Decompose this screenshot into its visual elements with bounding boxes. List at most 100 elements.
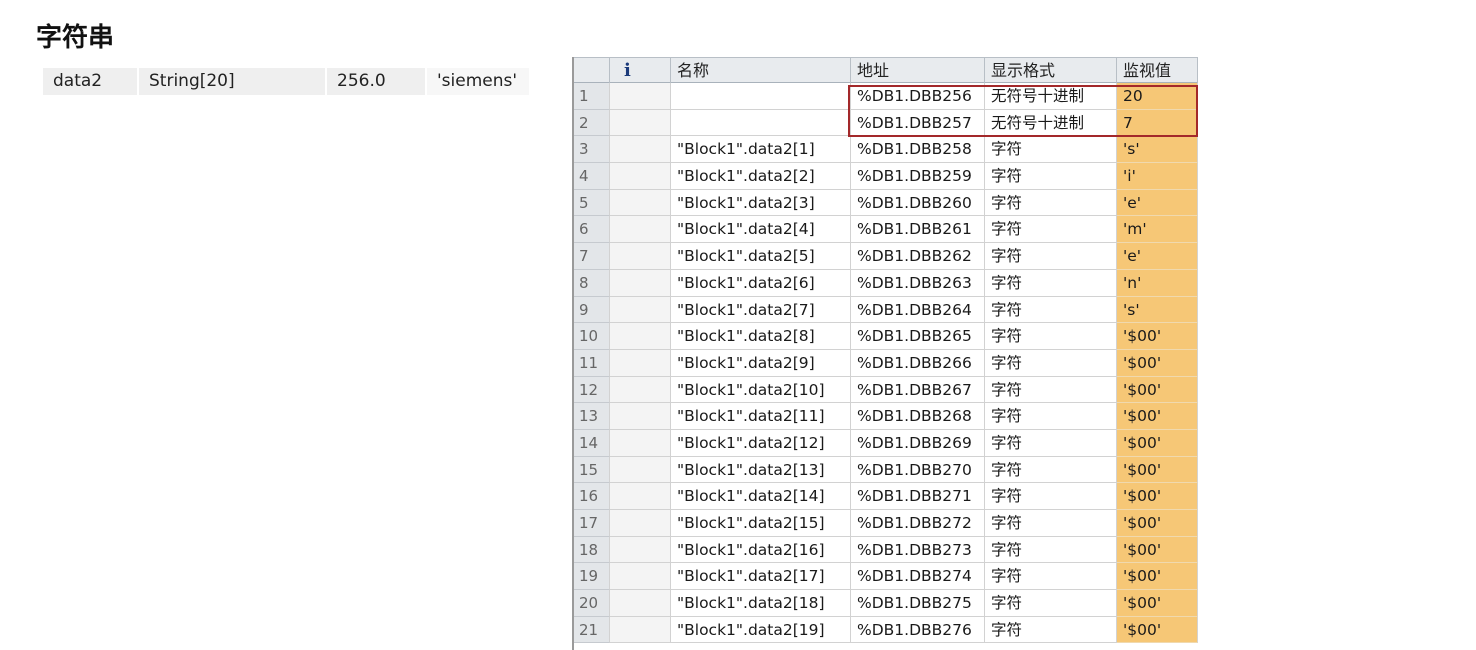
table-row[interactable]: 19 "Block1".data2[17] %DB1.DBB274 字符 '$00' xyxy=(574,563,1198,591)
row-address[interactable]: %DB1.DBB266 xyxy=(851,349,985,377)
row-address[interactable]: %DB1.DBB269 xyxy=(851,429,985,457)
header-name[interactable]: 名称 xyxy=(671,58,851,83)
row-address[interactable]: %DB1.DBB258 xyxy=(851,136,985,164)
row-address[interactable]: %DB1.DBB267 xyxy=(851,376,985,404)
row-name[interactable]: "Block1".data2[8] xyxy=(671,323,851,350)
row-name[interactable]: "Block1".data2[13] xyxy=(671,456,851,484)
row-monitor-value[interactable]: '$00' xyxy=(1117,429,1198,457)
table-row[interactable]: 3 "Block1".data2[1] %DB1.DBB258 字符's' xyxy=(574,136,1198,164)
table-row[interactable]: 6 "Block1".data2[4] %DB1.DBB261 字符'm' xyxy=(574,216,1198,244)
row-address[interactable]: %DB1.DBB257 xyxy=(851,109,985,137)
row-name[interactable]: "Block1".data2[9] xyxy=(671,349,851,377)
table-row[interactable]: 13 "Block1".data2[11] %DB1.DBB268 字符 '$00' xyxy=(574,403,1198,430)
row-monitor-value[interactable]: '$00' xyxy=(1117,376,1198,404)
row-display-format[interactable]: 字符 xyxy=(985,189,1117,217)
row-monitor-value[interactable]: '$00' xyxy=(1117,483,1198,510)
table-row[interactable]: 14 "Block1".data2[12] %DB1.DBB269 字符 '$00' xyxy=(574,429,1198,457)
row-display-format[interactable]: 字符 xyxy=(985,323,1117,350)
header-index[interactable] xyxy=(574,58,610,83)
row-display-format[interactable]: 字符 xyxy=(985,376,1117,404)
row-name[interactable] xyxy=(671,83,851,110)
row-name[interactable]: "Block1".data2[7] xyxy=(671,296,851,324)
row-monitor-value[interactable]: '$00' xyxy=(1117,349,1198,377)
row-name[interactable]: "Block1".data2[11] xyxy=(671,403,851,430)
row-display-format[interactable]: 字符 xyxy=(985,243,1117,270)
row-address[interactable]: %DB1.DBB271 xyxy=(851,483,985,510)
row-name[interactable] xyxy=(671,109,851,137)
row-display-format[interactable]: 字符 xyxy=(985,163,1117,190)
row-name[interactable]: "Block1".data2[17] xyxy=(671,563,851,591)
table-row[interactable]: 7 "Block1".data2[5] %DB1.DBB262 字符'e' xyxy=(574,243,1198,270)
row-monitor-value[interactable]: 7 xyxy=(1117,109,1198,137)
row-display-format[interactable]: 字符 xyxy=(985,590,1117,617)
table-row[interactable]: 5 "Block1".data2[3] %DB1.DBB260 字符'e' xyxy=(574,189,1198,217)
row-display-format[interactable]: 字符 xyxy=(985,296,1117,324)
row-monitor-value[interactable]: '$00' xyxy=(1117,323,1198,350)
row-name[interactable]: "Block1".data2[15] xyxy=(671,510,851,537)
row-address[interactable]: %DB1.DBB276 xyxy=(851,616,985,644)
table-row[interactable]: 17 "Block1".data2[15] %DB1.DBB272 字符 '$00' xyxy=(574,510,1198,537)
row-monitor-value[interactable]: '$00' xyxy=(1117,536,1198,564)
row-name[interactable]: "Block1".data2[14] xyxy=(671,483,851,510)
row-monitor-value[interactable]: '$00' xyxy=(1117,563,1198,591)
row-display-format[interactable]: 字符 xyxy=(985,456,1117,484)
row-address[interactable]: %DB1.DBB268 xyxy=(851,403,985,430)
row-name[interactable]: "Block1".data2[3] xyxy=(671,189,851,217)
table-row[interactable]: 20 "Block1".data2[18] %DB1.DBB275 字符 '$00' xyxy=(574,590,1198,617)
header-info[interactable]: i xyxy=(610,58,671,83)
row-name[interactable]: "Block1".data2[19] xyxy=(671,616,851,644)
row-name[interactable]: "Block1".data2[10] xyxy=(671,376,851,404)
row-address[interactable]: %DB1.DBB275 xyxy=(851,590,985,617)
row-monitor-value[interactable]: 'm' xyxy=(1117,216,1198,244)
table-row[interactable]: 18 "Block1".data2[16] %DB1.DBB273 字符 '$00' xyxy=(574,536,1198,564)
row-address[interactable]: %DB1.DBB274 xyxy=(851,563,985,591)
table-row[interactable]: 2 %DB1.DBB257 无符号十进制 7 xyxy=(574,109,1198,137)
table-row[interactable]: 21 "Block1".data2[19] %DB1.DBB276 字符 '$00' xyxy=(574,616,1198,644)
row-display-format[interactable]: 字符 xyxy=(985,269,1117,297)
row-name[interactable]: "Block1".data2[18] xyxy=(671,590,851,617)
row-address[interactable]: %DB1.DBB260 xyxy=(851,189,985,217)
table-row[interactable]: 8 "Block1".data2[6] %DB1.DBB263 字符'n' xyxy=(574,269,1198,297)
row-address[interactable]: %DB1.DBB263 xyxy=(851,269,985,297)
row-address[interactable]: %DB1.DBB261 xyxy=(851,216,985,244)
header-address[interactable]: 地址 xyxy=(851,58,985,83)
row-name[interactable]: "Block1".data2[12] xyxy=(671,429,851,457)
row-monitor-value[interactable]: '$00' xyxy=(1117,456,1198,484)
header-monitor-value[interactable]: 监视值 xyxy=(1117,58,1198,83)
row-display-format[interactable]: 字符 xyxy=(985,216,1117,244)
row-display-format[interactable]: 字符 xyxy=(985,616,1117,644)
table-row[interactable]: 4 "Block1".data2[2] %DB1.DBB259 字符'i' xyxy=(574,163,1198,190)
table-row[interactable]: 12 "Block1".data2[10] %DB1.DBB267 字符 '$00' xyxy=(574,376,1198,404)
row-monitor-value[interactable]: 20 xyxy=(1117,83,1198,110)
row-display-format[interactable]: 字符 xyxy=(985,563,1117,591)
row-address[interactable]: %DB1.DBB270 xyxy=(851,456,985,484)
row-display-format[interactable]: 字符 xyxy=(985,136,1117,164)
row-name[interactable]: "Block1".data2[6] xyxy=(671,269,851,297)
row-display-format[interactable]: 字符 xyxy=(985,403,1117,430)
row-address[interactable]: %DB1.DBB265 xyxy=(851,323,985,350)
row-display-format[interactable]: 字符 xyxy=(985,483,1117,510)
row-monitor-value[interactable]: 's' xyxy=(1117,136,1198,164)
row-address[interactable]: %DB1.DBB273 xyxy=(851,536,985,564)
row-monitor-value[interactable]: 'e' xyxy=(1117,243,1198,270)
table-row[interactable]: 1 %DB1.DBB256 无符号十进制 20 xyxy=(574,83,1198,110)
row-display-format[interactable]: 无符号十进制 xyxy=(985,83,1117,110)
row-monitor-value[interactable]: 's' xyxy=(1117,296,1198,324)
row-monitor-value[interactable]: '$00' xyxy=(1117,403,1198,430)
row-address[interactable]: %DB1.DBB259 xyxy=(851,163,985,190)
row-monitor-value[interactable]: 'i' xyxy=(1117,163,1198,190)
row-name[interactable]: "Block1".data2[5] xyxy=(671,243,851,270)
table-row[interactable]: 11 "Block1".data2[9] %DB1.DBB266 字符 '$00' xyxy=(574,349,1198,377)
row-monitor-value[interactable]: '$00' xyxy=(1117,616,1198,644)
row-monitor-value[interactable]: '$00' xyxy=(1117,510,1198,537)
row-display-format[interactable]: 无符号十进制 xyxy=(985,109,1117,137)
row-address[interactable]: %DB1.DBB256 xyxy=(851,83,985,110)
row-name[interactable]: "Block1".data2[4] xyxy=(671,216,851,244)
table-row[interactable]: 10 "Block1".data2[8] %DB1.DBB265 字符 '$00' xyxy=(574,323,1198,350)
row-address[interactable]: %DB1.DBB262 xyxy=(851,243,985,270)
table-row[interactable]: 16 "Block1".data2[14] %DB1.DBB271 字符 '$00' xyxy=(574,483,1198,510)
row-display-format[interactable]: 字符 xyxy=(985,536,1117,564)
row-display-format[interactable]: 字符 xyxy=(985,429,1117,457)
table-row[interactable]: 9 "Block1".data2[7] %DB1.DBB264 字符's' xyxy=(574,296,1198,324)
table-row[interactable]: 15 "Block1".data2[13] %DB1.DBB270 字符 '$00' xyxy=(574,456,1198,484)
